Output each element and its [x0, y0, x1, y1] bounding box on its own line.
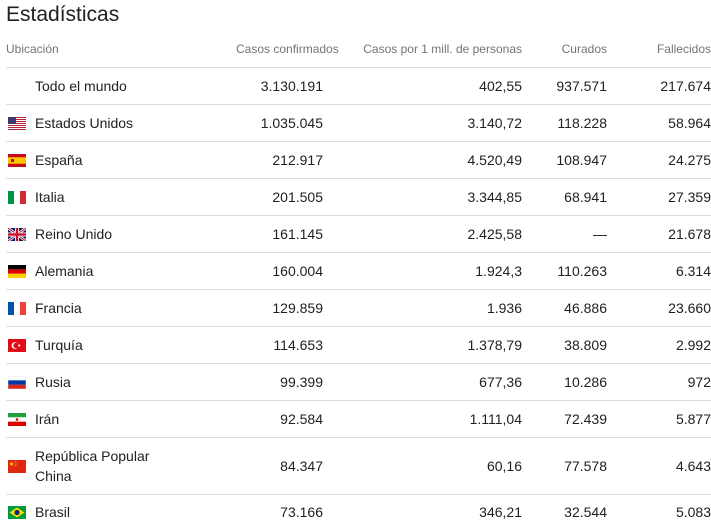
location-name: Irán: [35, 411, 60, 427]
cured-cell: 46.886: [522, 289, 607, 327]
table-row[interactable]: Estados Unidos 1.035.045 3.140,72 118.22…: [6, 104, 711, 142]
table-row[interactable]: Alemania 160.004 1.924,3 110.263 6.314: [6, 252, 711, 290]
per-million-cell: 60,16: [323, 437, 522, 495]
cured-cell: 937.571: [522, 67, 607, 105]
ir-flag-icon: [8, 412, 26, 426]
confirmed-cases-cell: 161.145: [236, 215, 323, 253]
per-million-cell: 346,21: [479, 504, 522, 520]
deaths-cell: 27.359: [607, 178, 711, 216]
deaths-cell: 24.275: [607, 141, 711, 179]
table-row[interactable]: Brasil 73.166 346,21 32.544 5.083: [6, 495, 711, 530]
cured-cell: —: [522, 215, 607, 253]
fr-flag-icon: [8, 301, 26, 315]
cured-cell: 10.286: [522, 363, 607, 401]
per-million-cell: 1.111,04: [323, 400, 522, 438]
location-name: Alemania: [35, 263, 94, 279]
deaths-cell: 58.964: [607, 104, 711, 142]
header-cases-per-million[interactable]: Casos por 1 mill. de personas: [323, 31, 522, 68]
table-row[interactable]: Rusia 99.399 677,36 10.286 972: [6, 363, 711, 401]
location-name: Estados Unidos: [35, 115, 134, 131]
per-million-cell: 4.520,49: [323, 141, 522, 179]
tr-flag-icon: [8, 338, 26, 352]
header-confirmed-cases[interactable]: Casos confirmados: [236, 31, 339, 68]
header-cured[interactable]: Curados: [522, 31, 607, 68]
table-row[interactable]: República Popular China 84.347 60,16 77.…: [6, 437, 711, 495]
cured-cell: 108.947: [522, 141, 607, 179]
location-name: Brasil: [35, 504, 71, 520]
ru-flag-icon: [8, 375, 26, 389]
deaths-cell: 5.877: [607, 400, 711, 438]
table-header-row: Ubicación Casos confirmados Casos por 1 …: [6, 31, 711, 68]
it-flag-icon: [8, 190, 26, 204]
per-million-cell: 2.425,58: [323, 215, 522, 253]
uk-flag-icon: [8, 227, 26, 241]
per-million-cell: 3.140,72: [323, 104, 522, 142]
location-name: Reino Unido: [35, 226, 113, 242]
table-row[interactable]: Italia 201.505 3.344,85 68.941 27.359: [6, 178, 711, 216]
location-name: Francia: [35, 300, 82, 316]
cured-cell: 32.544: [564, 504, 607, 520]
confirmed-cases-cell: 1.035.045: [236, 104, 323, 142]
br-flag-icon: [8, 505, 26, 519]
cured-cell: 72.439: [522, 400, 607, 438]
table-row[interactable]: España 212.917 4.520,49 108.947 24.275: [6, 141, 711, 179]
table-row[interactable]: Reino Unido 161.145 2.425,58 — 21.678: [6, 215, 711, 253]
page-title: Estadísticas: [6, 3, 120, 26]
confirmed-cases-cell: 129.859: [236, 289, 323, 327]
confirmed-cases-cell: 73.166: [280, 504, 323, 520]
confirmed-cases-cell: 160.004: [236, 252, 323, 290]
deaths-cell: 5.083: [675, 504, 711, 520]
statistics-table: Ubicación Casos confirmados Casos por 1 …: [6, 31, 711, 529]
cured-cell: 38.809: [522, 326, 607, 364]
cured-cell: 77.578: [522, 437, 607, 495]
table-row[interactable]: Turquía 114.653 1.378,79 38.809 2.992: [6, 326, 711, 364]
deaths-cell: 217.674: [607, 67, 711, 105]
table-row[interactable]: Francia 129.859 1.936 46.886 23.660: [6, 289, 711, 327]
de-flag-icon: [8, 264, 26, 278]
confirmed-cases-cell: 114.653: [236, 326, 323, 364]
cured-cell: 110.263: [522, 252, 607, 290]
confirmed-cases-cell: 3.130.191: [236, 67, 323, 105]
us-flag-icon: [8, 116, 26, 130]
deaths-cell: 2.992: [607, 326, 711, 364]
es-flag-icon: [8, 153, 26, 167]
header-location[interactable]: Ubicación: [6, 31, 236, 68]
header-deaths[interactable]: Fallecidos: [607, 31, 711, 68]
confirmed-cases-cell: 99.399: [236, 363, 323, 401]
per-million-cell: 3.344,85: [323, 178, 522, 216]
table-row[interactable]: Irán 92.584 1.111,04 72.439 5.877: [6, 400, 711, 438]
per-million-cell: 1.924,3: [323, 252, 522, 290]
deaths-cell: 6.314: [607, 252, 711, 290]
deaths-cell: 21.678: [607, 215, 711, 253]
location-name: Todo el mundo: [35, 78, 127, 94]
cured-cell: 118.228: [522, 104, 607, 142]
per-million-cell: 1.936: [323, 289, 522, 327]
per-million-cell: 677,36: [323, 363, 522, 401]
deaths-cell: 4.643: [607, 437, 711, 495]
deaths-cell: 23.660: [607, 289, 711, 327]
cn-flag-icon: [8, 459, 26, 473]
table-row[interactable]: Todo el mundo 3.130.191 402,55 937.571 2…: [6, 67, 711, 105]
location-name: República Popular China: [35, 448, 150, 484]
location-name: España: [35, 152, 83, 168]
deaths-cell: 972: [607, 363, 711, 401]
confirmed-cases-cell: 201.505: [236, 178, 323, 216]
confirmed-cases-cell: 212.917: [236, 141, 323, 179]
confirmed-cases-cell: 92.584: [236, 400, 323, 438]
cured-cell: 68.941: [522, 178, 607, 216]
confirmed-cases-cell: 84.347: [236, 437, 323, 495]
per-million-cell: 402,55: [323, 67, 522, 105]
location-name: Rusia: [35, 374, 71, 390]
per-million-cell: 1.378,79: [323, 326, 522, 364]
statistics-panel: Estadísticas Ubicación Casos confirmados…: [0, 0, 711, 531]
location-name: Italia: [35, 189, 65, 205]
location-name: Turquía: [35, 337, 83, 353]
